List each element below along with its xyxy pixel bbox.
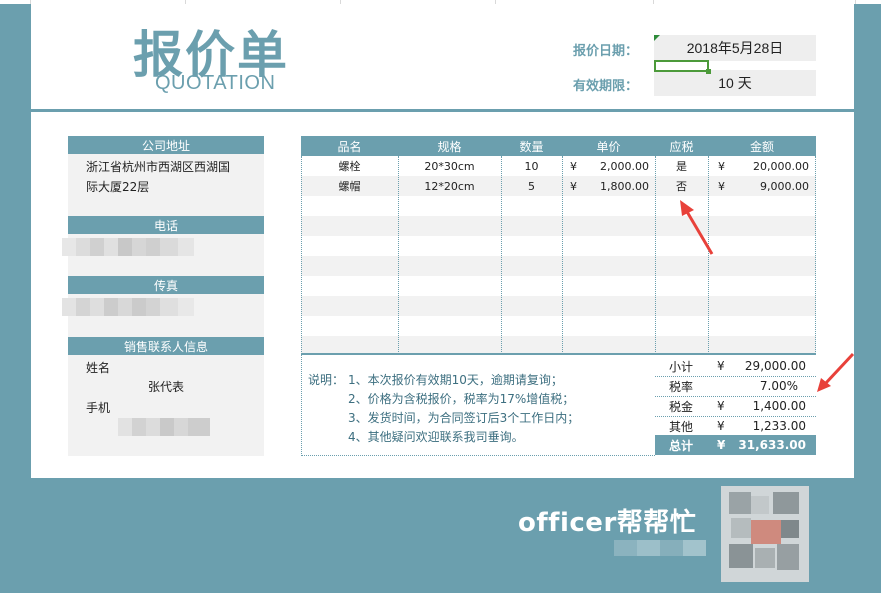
cell-taxable[interactable]: 是 [655,156,708,176]
table-row[interactable] [301,276,816,296]
address-line-1: 浙江省杭州市西湖区西湖国 [86,160,231,174]
cell-comment-marker [654,35,660,41]
other-value: 1,233.00 [752,419,806,433]
tax-value: 1,400.00 [752,399,806,413]
table-row[interactable] [301,256,816,276]
summary-tax-rate[interactable]: 税率 7.00% [655,376,816,396]
contact-header: 销售联系人信息 [68,337,264,355]
col-header-spec: 规格 [437,139,462,154]
note-line-2: 2、价格为含税报价，税率为17%增值税； [348,392,575,406]
total-value: 31,633.00 [738,438,806,452]
cell-amount[interactable]: 20,000.00 [732,156,809,176]
table-row[interactable] [301,296,816,316]
date-label: 报价日期： [573,44,639,59]
col-header-price: 单价 [596,139,621,154]
summary-total[interactable]: 总计 ¥ 31,633.00 [655,435,816,455]
red-arrow-icon [680,200,714,255]
tax-currency: ¥ [717,399,725,413]
other-label: 其他 [669,419,694,434]
brand-watermark: officer帮帮忙 [518,508,697,538]
total-currency: ¥ [717,438,726,452]
subtotal-value: 29,000.00 [744,359,806,373]
name-value: 张代表 [148,380,185,394]
col-divider [815,156,816,354]
validity-value: 10 天 [718,75,752,91]
table-row[interactable] [301,336,816,353]
qr-code-redacted [721,486,809,582]
notes-prefix: 说明： [308,373,345,387]
cell-qty[interactable]: 5 [501,176,562,196]
note-line-1: 1、本次报价有效期10天，逾期请复询； [348,373,563,387]
summary-subtotal[interactable]: 小计 ¥ 29,000.00 [655,356,816,376]
subtotal-label: 小计 [669,359,694,374]
cell-qty[interactable]: 10 [501,156,562,176]
fill-handle[interactable] [706,69,711,74]
fax-header: 传真 [68,276,264,294]
table-row[interactable] [301,316,816,336]
total-label: 总计 [669,438,694,453]
date-cell[interactable]: 2018年5月28日 [654,35,816,61]
validity-cell[interactable]: 10 天 [654,70,816,96]
phone-header: 电话 [68,216,264,234]
col-divider [562,156,563,354]
table-row[interactable] [301,216,816,236]
date-value: 2018年5月28日 [686,40,784,56]
cell-item-name[interactable]: 螺栓 [301,156,398,176]
cell-price[interactable]: 2,000.00 [584,156,649,176]
brand-subtitle-redacted [614,540,706,556]
cell-amount[interactable]: 9,000.00 [732,176,809,196]
selected-cell-outline [654,60,709,72]
tax-rate-value: 7.00% [759,379,798,393]
col-header-name: 品名 [337,139,362,154]
col-header-qty: 数量 [519,139,544,154]
summary-other[interactable]: 其他 ¥ 1,233.00 [655,416,816,436]
fax-redacted [62,298,194,316]
name-label: 姓名 [86,361,111,375]
table-row[interactable] [301,196,816,216]
cell-price-currency: ¥ [570,159,577,173]
note-line-3: 3、发货时间，为合同签订后3个工作日内； [348,411,580,425]
cell-amount-currency: ¥ [718,159,725,173]
mobile-label: 手机 [86,401,111,415]
tax-rate-label: 税率 [669,379,694,394]
address-header: 公司地址 [68,136,264,154]
validity-label: 有效期限： [573,79,639,94]
table-row[interactable] [301,236,816,256]
cell-price[interactable]: 1,800.00 [584,176,649,196]
page-subtitle: QUOTATION [155,72,276,94]
other-currency: ¥ [717,419,725,433]
mobile-redacted [118,418,210,436]
subtotal-currency: ¥ [717,359,725,373]
col-header-amount: 金额 [749,139,774,154]
note-line-4: 4、其他疑问欢迎联系我司垂询。 [348,430,524,444]
header-divider [31,109,854,112]
cell-spec[interactable]: 20*30cm [398,156,501,176]
summary-tax[interactable]: 税金 ¥ 1,400.00 [655,396,816,416]
tax-label: 税金 [669,399,694,414]
cell-amount-currency: ¥ [718,179,725,193]
cell-spec[interactable]: 12*20cm [398,176,501,196]
cell-taxable[interactable]: 否 [655,176,708,196]
address-line-2: 际大厦22层 [86,180,150,194]
col-header-taxable: 应税 [669,139,694,154]
cell-item-name[interactable]: 螺帽 [301,176,398,196]
cell-price-currency: ¥ [570,179,577,193]
phone-redacted [62,238,194,256]
red-arrow-icon [817,352,855,392]
